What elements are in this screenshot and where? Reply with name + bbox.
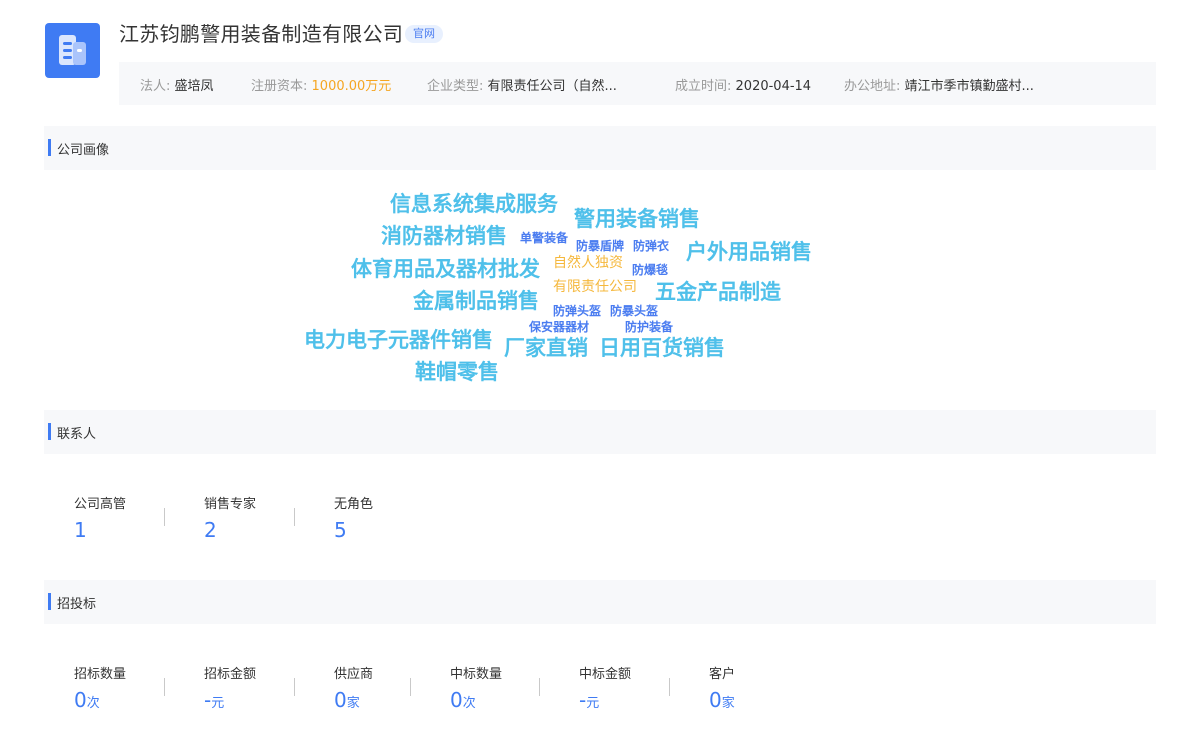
section-contacts: 联系人 xyxy=(44,410,1156,454)
cloud-word: 鞋帽零售 xyxy=(415,360,499,384)
registered-capital: 注册资本: 1000.00万元 xyxy=(251,79,392,94)
cloud-word: 警用装备销售 xyxy=(574,207,700,231)
official-site-tag[interactable]: 官网 xyxy=(405,25,443,43)
bid-stat-tender-amount[interactable]: 招标金额 -元 xyxy=(204,663,256,712)
section-marker xyxy=(48,593,51,610)
cloud-word: 防弹衣 xyxy=(633,239,670,253)
cloud-word: 防暴盾牌 xyxy=(576,239,625,253)
cloud-word: 电力电子元器件销售 xyxy=(304,328,493,352)
company-logo xyxy=(45,23,100,78)
word-cloud: 信息系统集成服务 警用装备销售 消防器材销售 单警装备 防暴盾牌 防弹衣 户外用… xyxy=(0,180,1200,400)
section-bidding: 招投标 xyxy=(44,580,1156,624)
contact-stat-executives[interactable]: 公司高管 1 xyxy=(74,493,126,542)
divider xyxy=(164,678,165,696)
cloud-word: 防暴头盔 xyxy=(610,304,659,318)
registered-capital-value: 1000.00万元 xyxy=(311,79,392,94)
contact-stat-sales-experts[interactable]: 销售专家 2 xyxy=(204,493,256,542)
cloud-word: 保安器器材 xyxy=(529,320,590,334)
cloud-word: 防护装备 xyxy=(625,320,674,334)
cloud-word: 日用百货销售 xyxy=(599,336,725,360)
cloud-word: 自然人独资 xyxy=(553,255,623,271)
legal-person-value[interactable]: 盛培凤 xyxy=(175,79,214,94)
office-address: 办公地址: 靖江市季市镇勤盛村... xyxy=(844,79,1034,94)
cloud-word: 五金产品制造 xyxy=(655,280,781,304)
bid-stat-suppliers[interactable]: 供应商 0家 xyxy=(334,663,373,712)
contact-stat-no-role[interactable]: 无角色 5 xyxy=(334,493,373,542)
bid-stat-win-amount[interactable]: 中标金额 -元 xyxy=(579,663,631,712)
bid-stat-customers[interactable]: 客户 0家 xyxy=(709,663,735,712)
section-marker xyxy=(48,139,51,156)
divider xyxy=(294,678,295,696)
cloud-word: 金属制品销售 xyxy=(413,289,539,313)
cloud-word: 防弹头盔 xyxy=(553,304,602,318)
office-address-value: 靖江市季市镇勤盛村... xyxy=(904,79,1034,94)
section-title: 联系人 xyxy=(57,427,97,442)
bid-stat-tender-count[interactable]: 招标数量 0次 xyxy=(74,663,126,712)
bid-stat-win-count[interactable]: 中标数量 0次 xyxy=(450,663,502,712)
divider xyxy=(539,678,540,696)
divider xyxy=(410,678,411,696)
cloud-word: 消防器材销售 xyxy=(381,224,507,248)
divider xyxy=(164,508,165,526)
building-icon xyxy=(59,35,86,65)
founded-date: 成立时间: 2020-04-14 xyxy=(675,79,812,94)
company-info-bar: 法人: 盛培凤 注册资本: 1000.00万元 企业类型: 有限责任公司（自然.… xyxy=(119,62,1156,105)
company-type: 企业类型: 有限责任公司（自然... xyxy=(427,79,617,94)
divider xyxy=(669,678,670,696)
divider xyxy=(294,508,295,526)
section-title: 招投标 xyxy=(57,597,97,612)
company-type-value: 有限责任公司（自然... xyxy=(487,79,617,94)
cloud-word: 防爆毯 xyxy=(632,263,669,277)
cloud-word: 单警装备 xyxy=(520,231,569,245)
cloud-word: 有限责任公司 xyxy=(553,279,637,295)
company-name: 江苏钧鹏警用装备制造有限公司 xyxy=(119,22,404,46)
legal-person: 法人: 盛培凤 xyxy=(140,79,214,94)
section-title: 公司画像 xyxy=(57,143,110,158)
section-marker xyxy=(48,423,51,440)
cloud-word: 体育用品及器材批发 xyxy=(351,257,540,281)
section-company-portrait: 公司画像 xyxy=(44,126,1156,170)
cloud-word: 信息系统集成服务 xyxy=(390,192,558,216)
cloud-word: 厂家直销 xyxy=(504,336,588,360)
cloud-word: 户外用品销售 xyxy=(686,240,812,264)
founded-date-value: 2020-04-14 xyxy=(735,79,812,94)
